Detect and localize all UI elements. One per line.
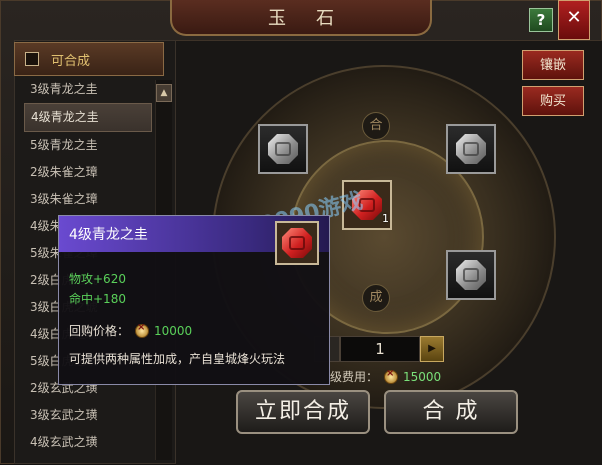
quantity-increase-button[interactable]: ▶ (420, 336, 444, 362)
material-slot-bottom-right[interactable] (446, 250, 496, 300)
scroll-up-icon[interactable]: ▲ (156, 84, 172, 102)
tooltip-title: 4级青龙之圭 (69, 227, 148, 243)
list-item[interactable]: 2级朱雀之璋 (24, 159, 152, 186)
help-button[interactable]: ? (529, 8, 553, 32)
list-item[interactable]: 4级玄武之璜 (24, 429, 152, 456)
rune-top: 合 (362, 112, 390, 140)
fee-label: 级费用： (330, 370, 379, 384)
list-item[interactable]: 3级玄武之璜 (24, 402, 152, 429)
title-banner: 玉石 (170, 0, 432, 36)
compose-button[interactable]: 合 成 (384, 390, 518, 434)
material-slot-top-right[interactable] (446, 124, 496, 174)
coin-icon (384, 368, 399, 384)
item-tooltip: 4级青龙之圭 物攻+620 命中+180 回购价格： 10000 可提供两种属性… (58, 215, 330, 385)
tooltip-description: 可提供两种属性加成，产自皇城烽火玩法 (69, 352, 286, 366)
tooltip-price-value: 10000 (154, 323, 193, 338)
target-count: 1 (382, 212, 389, 225)
tooltip-attr-hit: 命中+180 (69, 292, 126, 306)
list-item-selected[interactable]: 4级青龙之圭 (24, 103, 152, 132)
tooltip-price-row: 回购价格： 10000 (69, 322, 192, 339)
filter-label: 可合成 (51, 53, 91, 69)
tooltip-item-icon (275, 221, 319, 265)
composable-checkbox[interactable] (25, 52, 39, 66)
material-slot-top-left[interactable] (258, 124, 308, 174)
white-gem-icon (456, 260, 486, 290)
white-gem-icon (268, 134, 298, 164)
fee-row: 级费用： 15000 (330, 368, 441, 385)
list-item[interactable]: 5级青龙之圭 (24, 132, 152, 159)
white-gem-icon (456, 134, 486, 164)
filter-composable[interactable]: 可合成 (14, 42, 164, 76)
rune-bottom: 成 (362, 284, 390, 312)
instant-compose-button[interactable]: 立即合成 (236, 390, 370, 434)
tooltip-price-label: 回购价格： (69, 324, 130, 338)
list-item[interactable]: 3级青龙之圭 (24, 76, 152, 103)
close-button[interactable]: ✕ (558, 0, 590, 40)
list-item[interactable]: 3级朱雀之璋 (24, 186, 152, 213)
quantity-input[interactable]: 1 (340, 336, 420, 362)
tooltip-attr-attack: 物攻+620 (69, 272, 126, 286)
buy-button[interactable]: 购买 (522, 86, 584, 116)
window-title: 玉石 (268, 8, 364, 29)
coin-icon (135, 322, 150, 338)
red-gem-icon (282, 228, 312, 258)
fee-value: 15000 (403, 369, 442, 384)
inlay-button[interactable]: 镶嵌 (522, 50, 584, 80)
